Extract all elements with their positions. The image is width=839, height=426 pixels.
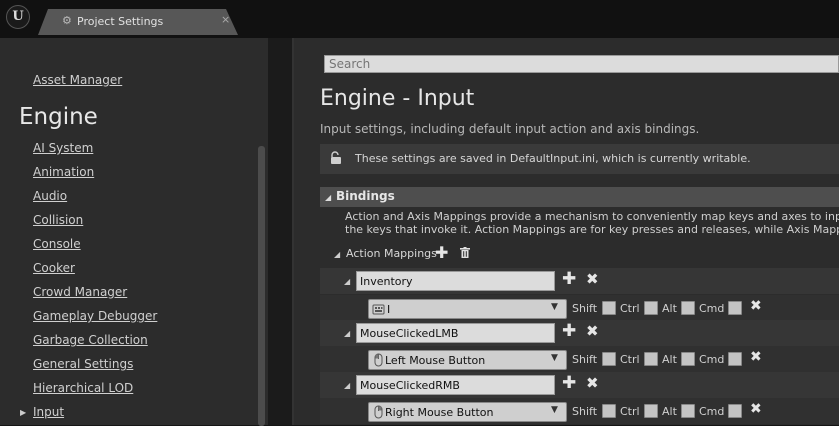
expand-arrow-icon[interactable]: ▶	[20, 408, 26, 417]
action-name-input[interactable]	[356, 375, 555, 395]
unlock-icon	[331, 151, 341, 164]
close-icon[interactable]: ✖	[586, 322, 599, 340]
sidebar-item-crowd-manager[interactable]: Crowd Manager	[33, 285, 127, 299]
key-label: Left Mouse Button	[385, 354, 486, 367]
settings-main-panel: Engine - Input Input settings, including…	[294, 38, 839, 425]
ctrl-checkbox[interactable]	[644, 301, 658, 315]
sidebar-item-audio[interactable]: Audio	[33, 189, 67, 203]
alt-checkbox[interactable]	[681, 301, 695, 315]
config-notice: These settings are saved in DefaultInput…	[320, 144, 839, 174]
unreal-logo: U	[6, 5, 30, 29]
action-name-input[interactable]	[356, 323, 555, 343]
cmd-checkbox[interactable]	[728, 404, 742, 418]
sidebar-item-cooker[interactable]: Cooker	[33, 261, 75, 275]
action-mapping-row: ◢ ✚ ✖	[320, 372, 839, 398]
cmd-label: Cmd	[699, 353, 725, 366]
shift-checkbox[interactable]	[602, 352, 616, 366]
sidebar-item-console[interactable]: Console	[33, 237, 81, 251]
sidebar-item-ai-system[interactable]: AI System	[33, 141, 93, 155]
alt-label: Alt	[662, 405, 677, 418]
collapse-arrow-icon[interactable]: ◢	[334, 250, 340, 259]
action-mapping-row: ◢ ✚ ✖	[320, 268, 839, 294]
ctrl-label: Ctrl	[620, 302, 640, 315]
plus-icon[interactable]: ✚	[435, 243, 448, 262]
mouse-icon	[374, 353, 383, 367]
trash-icon[interactable]	[460, 247, 470, 258]
collapse-arrow-icon: ◢	[325, 193, 332, 202]
close-icon[interactable]: ✖	[586, 270, 599, 288]
shift-checkbox[interactable]	[602, 404, 616, 418]
alt-label: Alt	[662, 302, 677, 315]
search-input[interactable]	[324, 55, 839, 73]
plus-icon[interactable]: ✚	[562, 373, 576, 393]
mouse-icon	[374, 405, 383, 419]
shift-label: Shift	[572, 405, 598, 418]
sidebar-scrollbar[interactable]	[258, 146, 265, 426]
chevron-down-icon: ▼	[551, 405, 558, 415]
chevron-down-icon: ▼	[551, 353, 558, 363]
sidebar-item-garbage-collection[interactable]: Garbage Collection	[33, 333, 148, 347]
ctrl-checkbox[interactable]	[644, 352, 658, 366]
collapse-arrow-icon[interactable]: ◢	[344, 329, 350, 338]
keyboard-icon	[372, 304, 385, 315]
bindings-label: Bindings	[336, 189, 395, 203]
close-icon[interactable]: ✖	[586, 374, 599, 392]
close-icon[interactable]: ✖	[750, 298, 762, 314]
bindings-description-line: Action and Axis Mappings provide a mecha…	[345, 210, 839, 223]
key-selector-dropdown[interactable]: Right Mouse Button ▼	[368, 402, 567, 422]
cmd-label: Cmd	[699, 405, 725, 418]
shift-label: Shift	[572, 302, 598, 315]
key-binding-row: I ▼ Shift Ctrl Alt Cmd ✖	[320, 295, 839, 321]
panel-splitter[interactable]	[268, 38, 294, 425]
key-selector-dropdown[interactable]: Left Mouse Button ▼	[368, 350, 567, 370]
action-name-input[interactable]	[356, 271, 555, 291]
bindings-section-header[interactable]: ◢ Bindings	[320, 187, 839, 207]
sidebar-item-asset-manager[interactable]: Asset Manager	[33, 73, 122, 87]
page-subtitle: Input settings, including default input …	[320, 122, 700, 136]
title-bar: U ⚙ Project Settings ×	[0, 0, 839, 38]
key-label: I	[387, 303, 391, 316]
key-selector-dropdown[interactable]: I ▼	[368, 299, 567, 319]
collapse-arrow-icon[interactable]: ◢	[344, 381, 350, 390]
key-binding-row: Right Mouse Button ▼ Shift Ctrl Alt Cmd …	[320, 398, 839, 424]
sidebar-item-collision[interactable]: Collision	[33, 213, 83, 227]
ctrl-checkbox[interactable]	[644, 404, 658, 418]
close-icon[interactable]: ✖	[750, 349, 762, 365]
alt-checkbox[interactable]	[681, 352, 695, 366]
key-binding-row: Left Mouse Button ▼ Shift Ctrl Alt Cmd ✖	[320, 346, 839, 372]
cmd-label: Cmd	[699, 302, 725, 315]
alt-checkbox[interactable]	[681, 404, 695, 418]
chevron-down-icon: ▼	[551, 302, 558, 312]
sidebar-item-input[interactable]: Input	[33, 405, 64, 419]
settings-sidebar: Asset Manager Engine AI System Animation…	[0, 38, 268, 426]
alt-label: Alt	[662, 353, 677, 366]
sidebar-item-animation[interactable]: Animation	[33, 165, 94, 179]
close-icon[interactable]: ×	[221, 13, 230, 26]
cmd-checkbox[interactable]	[728, 301, 742, 315]
sidebar-item-general-settings[interactable]: General Settings	[33, 357, 133, 371]
sidebar-heading-engine: Engine	[19, 104, 98, 130]
shift-label: Shift	[572, 353, 598, 366]
bindings-description: Action and Axis Mappings provide a mecha…	[345, 210, 839, 236]
shift-checkbox[interactable]	[602, 301, 616, 315]
action-mapping-row: ◢ ✚ ✖	[320, 320, 839, 346]
close-icon[interactable]: ✖	[750, 401, 762, 417]
ctrl-label: Ctrl	[620, 405, 640, 418]
sidebar-item-hierarchical-lod[interactable]: Hierarchical LOD	[33, 381, 133, 395]
tab-title: Project Settings	[77, 15, 164, 28]
bindings-description-line: the keys that invoke it. Action Mappings…	[345, 223, 839, 236]
tab-project-settings[interactable]: ⚙ Project Settings ×	[38, 9, 238, 35]
notice-text: These settings are saved in DefaultInput…	[355, 152, 751, 165]
action-mappings-label: Action Mappings	[346, 247, 437, 260]
collapse-arrow-icon[interactable]: ◢	[344, 277, 350, 286]
key-label: Right Mouse Button	[385, 406, 494, 419]
page-title: Engine - Input	[320, 86, 475, 111]
cmd-checkbox[interactable]	[728, 352, 742, 366]
plus-icon[interactable]: ✚	[562, 321, 576, 341]
sidebar-item-gameplay-debugger[interactable]: Gameplay Debugger	[33, 309, 157, 323]
ctrl-label: Ctrl	[620, 353, 640, 366]
gear-icon: ⚙	[62, 14, 72, 27]
plus-icon[interactable]: ✚	[562, 269, 576, 289]
